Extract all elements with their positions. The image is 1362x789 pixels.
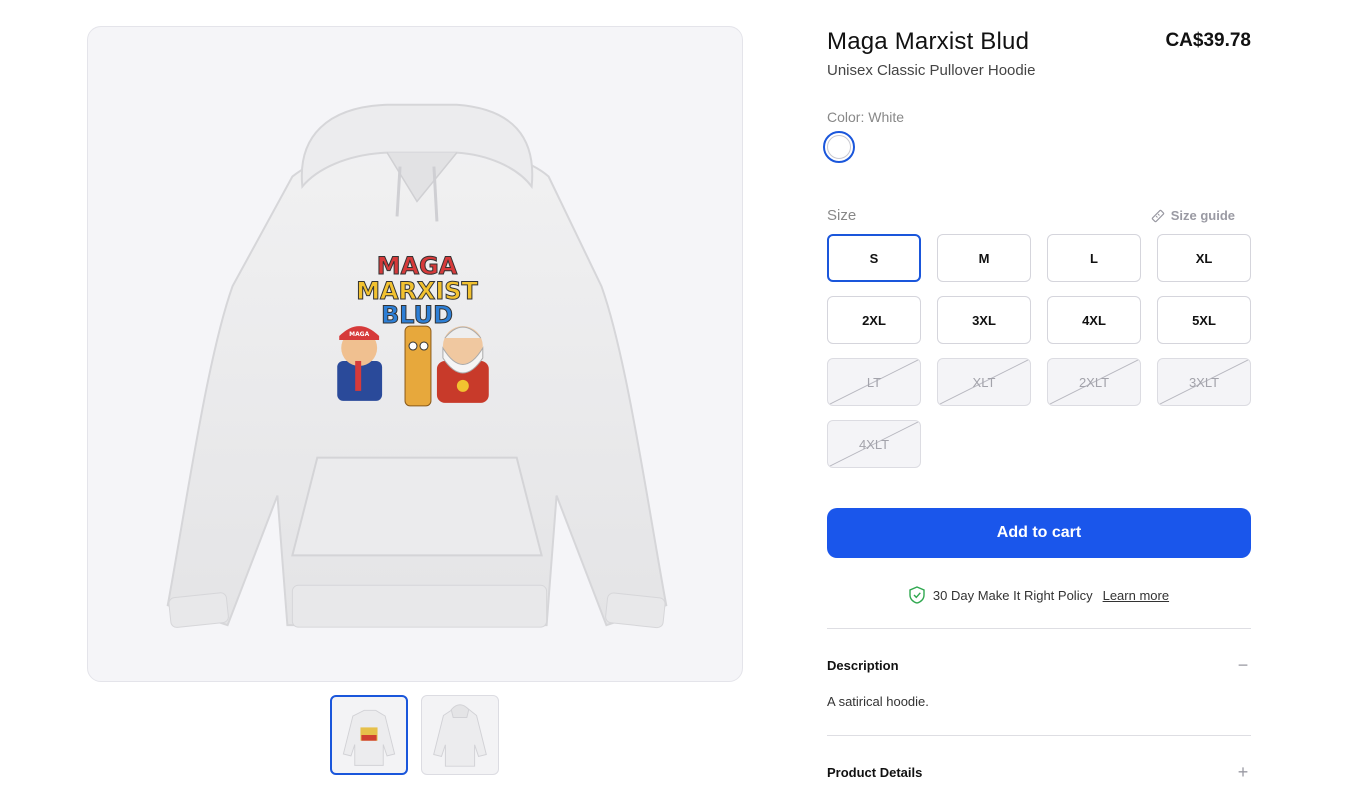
thumbnail-front[interactable] (330, 695, 408, 775)
product-details-title: Product Details (827, 765, 923, 780)
size-option-label: 4XL (1082, 312, 1106, 328)
size-option-2xlt[interactable]: 2XLT (1047, 358, 1141, 406)
size-option-4xlt[interactable]: 4XLT (827, 420, 921, 468)
description-body: A satirical hoodie. (827, 694, 929, 709)
size-options-grid: S M L XL 2XL 3XL 4XL 5XL LT XLT 2XLT 3XLT 4XLT (827, 234, 1251, 468)
size-option-label: LT (866, 374, 882, 390)
size-option-label: M (978, 250, 990, 266)
description-title: Description (827, 658, 899, 673)
size-option-5xl[interactable]: 5XL (1157, 296, 1251, 344)
divider (827, 628, 1251, 629)
shield-check-icon (909, 586, 925, 604)
size-option-xlt[interactable]: XLT (937, 358, 1031, 406)
size-option-m[interactable]: M (937, 234, 1031, 282)
size-option-label: 3XLT (1188, 374, 1220, 390)
size-option-label: 2XL (862, 312, 886, 328)
size-guide-link[interactable]: Size guide (1151, 208, 1235, 223)
size-option-4xl[interactable]: 4XL (1047, 296, 1141, 344)
hoodie-back-thumbnail-icon (433, 704, 487, 767)
product-price: CA$39.78 (1165, 30, 1251, 51)
policy-row: 30 Day Make It Right Policy Learn more (827, 586, 1251, 604)
design-characters: MAGA (337, 325, 489, 407)
product-details-header[interactable]: Product Details + (827, 762, 1251, 783)
color-swatch-fill (827, 135, 851, 159)
design-line3-text: BLUD (381, 301, 453, 329)
product-subtitle: Unisex Classic Pullover Hoodie (827, 62, 1036, 79)
color-label: Color: White (827, 109, 905, 125)
design-line1-text: MAGA (377, 252, 458, 280)
hoodie-front-thumbnail-icon (342, 709, 396, 766)
size-label: Size (827, 207, 857, 224)
size-option-2xl[interactable]: 2XL (827, 296, 921, 344)
product-info-panel: Maga Marxist Blud CA$39.78 Unisex Classi… (823, 26, 1251, 783)
size-option-l[interactable]: L (1047, 234, 1141, 282)
size-option-lt[interactable]: LT (827, 358, 921, 406)
thumbnail-back[interactable] (421, 695, 499, 775)
size-option-3xl[interactable]: 3XL (937, 296, 1031, 344)
cap-text: MAGA (349, 331, 369, 338)
policy-text: 30 Day Make It Right Policy (932, 587, 1093, 603)
size-option-label: S (869, 250, 879, 266)
hoodie-front-image: MAGA MARXIST BLUD MAGA (166, 103, 668, 629)
size-guide-label: Size guide (1170, 208, 1235, 223)
size-option-label: 5XL (1192, 312, 1216, 328)
size-option-s[interactable]: S (827, 234, 921, 282)
color-swatch-white[interactable] (823, 131, 855, 163)
size-option-label: 2XLT (1078, 374, 1110, 390)
divider (827, 735, 1251, 736)
size-option-xl[interactable]: XL (1157, 234, 1251, 282)
size-option-label: L (1090, 250, 1098, 266)
size-option-3xlt[interactable]: 3XLT (1157, 358, 1251, 406)
add-to-cart-button[interactable]: Add to cart (827, 508, 1251, 558)
size-option-label: XL (1195, 250, 1213, 266)
minus-icon[interactable]: − (1235, 655, 1251, 676)
plus-icon[interactable]: + (1235, 762, 1251, 783)
size-option-label: 3XL (972, 312, 996, 328)
product-title: Maga Marxist Blud (827, 28, 1030, 55)
product-page: MAGA MARXIST BLUD MAGA Maga Marxist Blud… (0, 0, 1362, 789)
main-product-image: MAGA MARXIST BLUD MAGA (87, 26, 743, 682)
ruler-icon (1151, 209, 1164, 222)
description-header[interactable]: Description − (827, 655, 1251, 676)
thumbnail-strip (330, 695, 499, 775)
learn-more-link[interactable]: Learn more (1103, 588, 1169, 603)
size-option-label: XLT (972, 374, 996, 390)
size-option-label: 4XLT (858, 436, 890, 452)
